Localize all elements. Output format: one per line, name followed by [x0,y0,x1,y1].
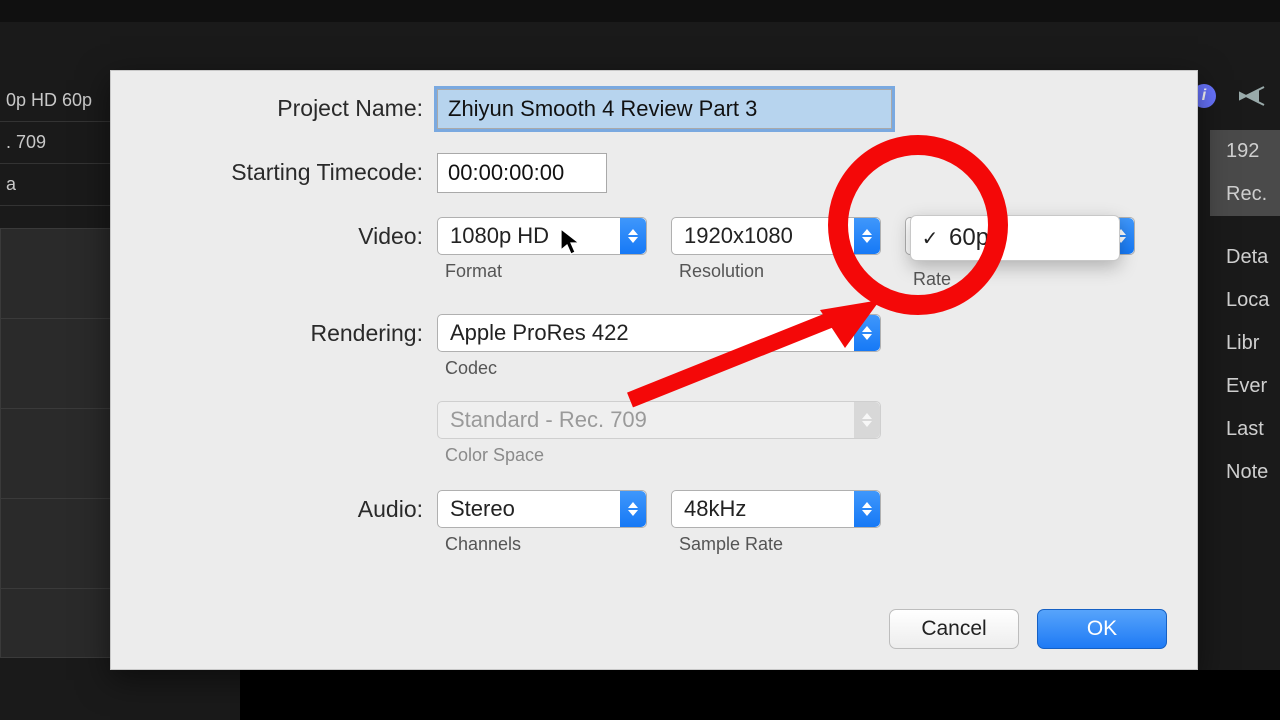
label-audio: Audio: [137,490,437,523]
color-space-value: Standard - Rec. 709 [450,407,647,433]
label-project-name: Project Name: [137,89,437,122]
bg-text: a [0,164,110,206]
stepper-icon [854,491,880,527]
color-space-select: Standard - Rec. 709 [437,401,881,439]
stepper-icon [854,218,880,254]
inspector-row: Note [1226,451,1280,494]
label-video: Video: [137,217,437,250]
rate-dropdown-popup: ✓ 60p [910,215,1120,261]
project-name-input[interactable] [437,89,892,129]
inspector-row: Deta [1226,236,1280,279]
video-resolution-select[interactable]: 1920x1080 [671,217,881,255]
rate-option-label: 60p [949,224,989,252]
stepper-icon [620,491,646,527]
bg-text: . 709 [0,122,110,164]
rendering-codec-value: Apple ProRes 422 [450,320,629,346]
sublabel-sample-rate: Sample Rate [671,534,881,555]
rendering-codec-select[interactable]: Apple ProRes 422 [437,314,881,352]
menubar [0,0,1280,22]
bg-left-panel: 0p HD 60p . 709 a [0,80,110,206]
label-rendering: Rendering: [137,314,437,347]
bg-text: 0p HD 60p [0,80,110,122]
inspector-icons: i [1192,84,1264,108]
starting-timecode-input[interactable] [437,153,607,193]
inspector-list: 192 Rec. Deta Loca Libr Ever Last Note [1210,130,1280,494]
rate-option-60p[interactable]: ✓ 60p [921,222,1105,254]
inspector-row: Ever [1226,365,1280,408]
share-icon[interactable] [1238,84,1264,106]
audio-channels-value: Stereo [450,496,515,522]
cancel-button[interactable]: Cancel [889,609,1019,649]
checkmark-icon: ✓ [921,226,939,251]
video-format-value: 1080p HD [450,223,549,249]
audio-sample-rate-select[interactable]: 48kHz [671,490,881,528]
inspector-row: Libr [1226,322,1280,365]
inspector-row: Last [1226,408,1280,451]
ok-button[interactable]: OK [1037,609,1167,649]
audio-channels-select[interactable]: Stereo [437,490,647,528]
inspector-row: Loca [1226,279,1280,322]
inspector-row: 192 [1210,130,1280,173]
video-format-select[interactable]: 1080p HD [437,217,647,255]
label-starting-timecode: Starting Timecode: [137,153,437,186]
stepper-icon [854,315,880,351]
inspector-row: Rec. [1210,173,1280,216]
sublabel-rate: Rate [905,269,1135,290]
stepper-icon [854,402,880,438]
sublabel-resolution: Resolution [671,261,881,282]
audio-sample-rate-value: 48kHz [684,496,746,522]
sublabel-color-space: Color Space [437,445,1171,466]
stepper-icon [620,218,646,254]
bg-viewer-black [240,670,1280,720]
project-settings-dialog: Project Name: Starting Timecode: Video: … [110,70,1198,670]
sublabel-codec: Codec [437,358,1171,379]
sublabel-format: Format [437,261,647,282]
video-resolution-value: 1920x1080 [684,223,793,249]
sublabel-channels: Channels [437,534,647,555]
